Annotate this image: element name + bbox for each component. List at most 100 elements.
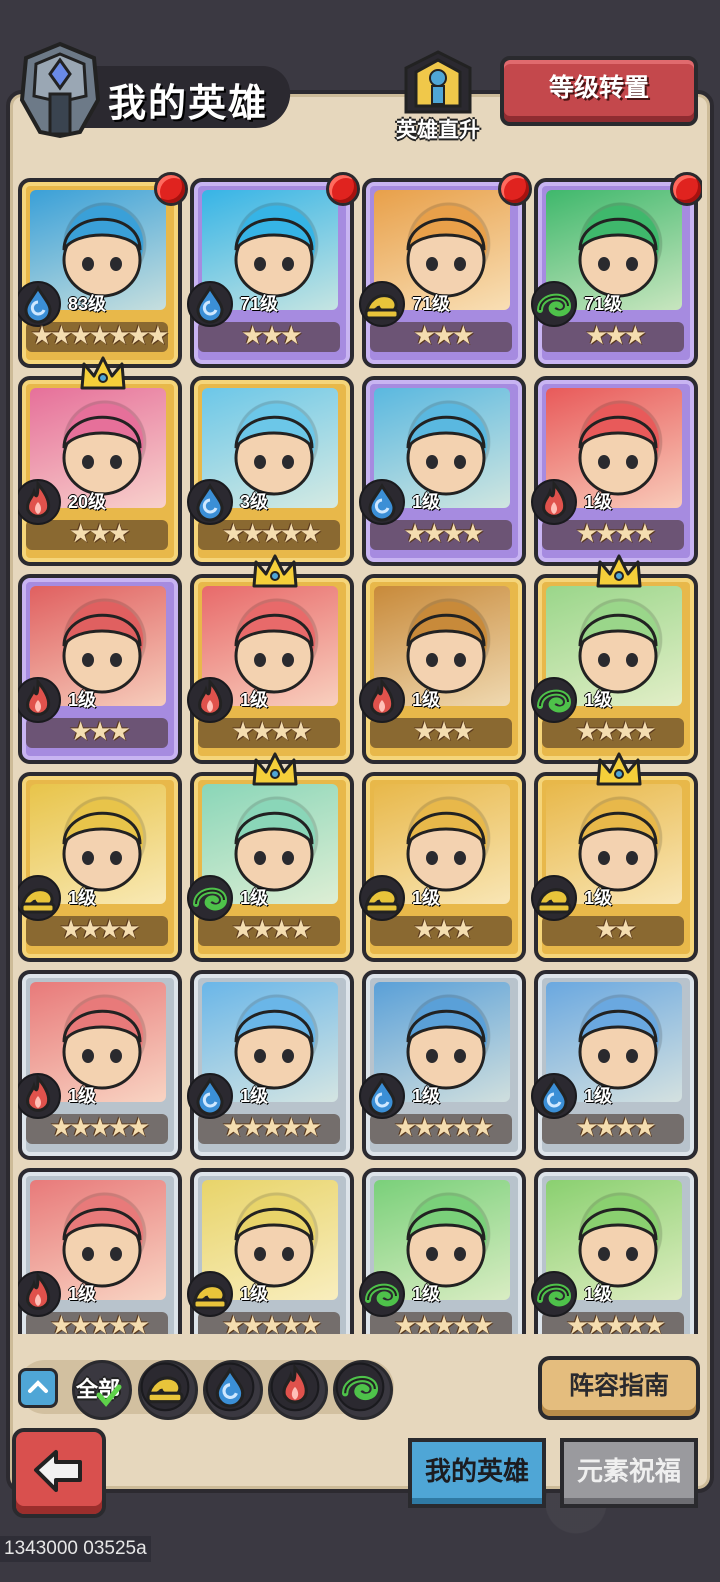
hero-stars: ★★★★ xyxy=(575,1112,656,1142)
hero-level: 1级 xyxy=(584,1086,613,1106)
hero-card[interactable]: 1级 ★★ xyxy=(531,752,698,962)
hero-level: 1级 xyxy=(412,1284,441,1304)
crown-icon xyxy=(252,752,298,786)
wind-filter-icon xyxy=(335,1362,385,1412)
hero-card[interactable]: 71级 ★★★ xyxy=(531,172,702,368)
hero-grid: 83级 ★★★★★★★ 71级 ★★★ 71级 ★★★ 71级 ★★★ 20级 ★★★ 3级 ★★★★… xyxy=(18,172,702,1334)
hero-card[interactable]: 1级 ★★★★ xyxy=(531,554,698,764)
water-filter-icon xyxy=(205,1362,255,1412)
hero-level: 1级 xyxy=(240,1086,269,1106)
hero-card[interactable]: 1级 ★★★★ xyxy=(18,766,182,962)
collapse-button[interactable] xyxy=(18,1368,58,1408)
hero-stars: ★★★★★ xyxy=(221,1310,323,1334)
hero-card[interactable]: 1级 ★★★★ xyxy=(531,370,698,566)
hero-level: 1级 xyxy=(240,888,269,908)
hero-stars: ★★★ xyxy=(241,320,303,350)
hero-stars: ★★★ xyxy=(413,716,475,746)
hero-card[interactable]: 1级 ★★★ xyxy=(359,766,526,962)
hero-card[interactable]: 1级 ★★★★★ xyxy=(359,1162,526,1334)
hero-level: 71级 xyxy=(584,294,623,314)
level-transfer-button[interactable]: 等级转置 xyxy=(500,56,698,126)
hero-stars: ★★★★★ xyxy=(221,518,323,548)
hero-stars: ★★★★ xyxy=(575,518,656,548)
chevron-up-icon xyxy=(28,1380,48,1393)
hero-level: 71级 xyxy=(240,294,279,314)
hero-card[interactable]: 1级 ★★★★★ xyxy=(187,964,354,1160)
filter-fire[interactable] xyxy=(268,1360,328,1420)
hero-level: 1级 xyxy=(584,492,613,512)
filter-wind[interactable] xyxy=(333,1360,393,1420)
hero-stars: ★★★★ xyxy=(231,716,312,746)
helmet-icon xyxy=(19,41,101,139)
hero-level: 1级 xyxy=(68,888,97,908)
crown-up-icon xyxy=(404,50,472,114)
hero-stars: ★★★★★ xyxy=(221,1112,323,1142)
hero-stars: ★★★★ xyxy=(231,914,312,944)
hero-stars: ★★★ xyxy=(413,914,475,944)
back-button[interactable] xyxy=(12,1428,106,1518)
check-icon xyxy=(96,1384,122,1407)
hero-card[interactable]: 20级 ★★★ xyxy=(18,356,182,566)
filter-water[interactable] xyxy=(203,1360,263,1420)
hero-card[interactable]: 83级 ★★★★★★★ xyxy=(18,172,188,368)
hero-level: 1级 xyxy=(412,690,441,710)
filter-earth[interactable] xyxy=(138,1360,198,1420)
hero-stars: ★★★★ xyxy=(575,716,656,746)
hero-level: 1级 xyxy=(68,690,97,710)
notification-dot xyxy=(670,172,702,206)
hero-level: 83级 xyxy=(68,294,107,314)
hero-stars: ★★★★★ xyxy=(565,1310,667,1334)
hero-level: 1级 xyxy=(240,1284,269,1304)
notification-dot xyxy=(326,172,360,206)
hero-card[interactable]: 1级 ★★★ xyxy=(359,568,526,764)
hero-level: 1级 xyxy=(412,492,441,512)
hero-level: 1级 xyxy=(68,1086,97,1106)
hero-stars: ★★★ xyxy=(69,716,131,746)
hero-card[interactable]: 71级 ★★★ xyxy=(359,172,532,368)
hero-level: 1级 xyxy=(412,1086,441,1106)
hero-stars: ★★★★ xyxy=(403,518,484,548)
back-arrow-icon xyxy=(34,1450,82,1492)
hero-level: 71级 xyxy=(412,294,451,314)
fire-filter-icon xyxy=(270,1362,320,1412)
earth-filter-icon xyxy=(140,1362,190,1412)
hero-card[interactable]: 1级 ★★★★★ xyxy=(359,964,526,1160)
hero-stars: ★★★ xyxy=(69,518,131,548)
hero-card[interactable]: 1级 ★★★★ xyxy=(187,554,354,764)
hero-level: 1级 xyxy=(412,888,441,908)
lineup-guide-button[interactable]: 阵容指南 xyxy=(538,1356,700,1420)
hero-stars: ★★ xyxy=(594,914,638,944)
hero-card[interactable]: 1级 ★★★★★ xyxy=(18,964,182,1160)
hero-stars: ★★★★★ xyxy=(393,1112,495,1142)
hero-card[interactable]: 1级 ★★★★ xyxy=(531,964,698,1160)
hero-stars: ★★★ xyxy=(585,320,647,350)
hero-stars: ★★★★ xyxy=(59,914,140,944)
hero-card[interactable]: 1级 ★★★★ xyxy=(187,752,354,962)
hero-stars: ★★★★★ xyxy=(393,1310,495,1334)
tab-my-heroes[interactable]: 我的英雄 xyxy=(408,1438,546,1508)
footer-id-text: 1343000 03525a xyxy=(0,1536,151,1562)
hero-card[interactable]: 1级 ★★★★★ xyxy=(18,1162,182,1334)
direct-upgrade-label: 英雄直升 xyxy=(396,119,480,142)
tab-element-blessing[interactable]: 元素祝福 xyxy=(560,1438,698,1508)
hero-card[interactable]: 71级 ★★★ xyxy=(187,172,360,368)
hero-level: 1级 xyxy=(584,1284,613,1304)
hero-direct-upgrade[interactable]: 英雄直升 xyxy=(388,46,488,146)
hero-level: 3级 xyxy=(240,492,269,512)
hero-card[interactable]: 1级 ★★★ xyxy=(18,568,182,764)
hero-level: 1级 xyxy=(584,888,613,908)
crown-icon xyxy=(596,554,642,588)
hero-stars: ★★★★★ xyxy=(49,1310,151,1334)
hero-card[interactable]: 1级 ★★★★★ xyxy=(187,1162,354,1334)
crown-icon xyxy=(252,554,298,588)
crown-icon xyxy=(80,356,126,390)
page-title: 我的英雄 xyxy=(108,83,269,125)
hero-card[interactable]: 1级 ★★★★★ xyxy=(531,1162,698,1334)
hero-level: 1级 xyxy=(584,690,613,710)
hero-card[interactable]: 3级 ★★★★★ xyxy=(187,370,354,566)
hero-card[interactable]: 1级 ★★★★ xyxy=(359,370,526,566)
hero-level: 1级 xyxy=(240,690,269,710)
crown-icon xyxy=(596,752,642,786)
hero-level: 1级 xyxy=(68,1284,97,1304)
hero-stars: ★★★★★ xyxy=(49,1112,151,1142)
